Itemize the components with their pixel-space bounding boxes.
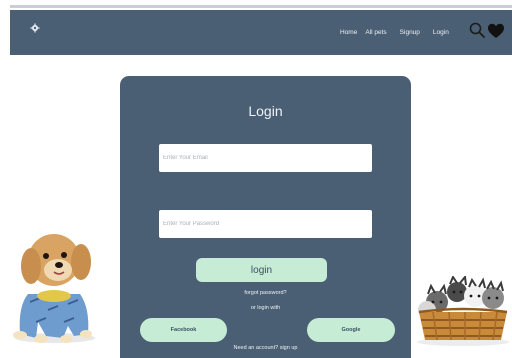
nav-login-link[interactable]: Login [433, 29, 449, 36]
or-login-with-label: or login with [250, 305, 281, 311]
login-card: Login login forgot password? or login wi… [120, 76, 411, 358]
gear-icon[interactable] [30, 23, 40, 33]
signup-link[interactable]: Need an account? sign up [120, 345, 411, 351]
kittens-basket-image [413, 276, 512, 346]
nav-signup-link[interactable]: Signup [400, 29, 420, 36]
email-input[interactable] [159, 144, 372, 172]
nav-all-pets-link[interactable]: All pets [365, 29, 386, 36]
login-button[interactable]: login [196, 258, 327, 282]
login-title: Login [248, 103, 283, 119]
search-icon[interactable] [468, 21, 486, 39]
forgot-password-link[interactable]: forgot password? [120, 290, 411, 296]
top-border-line [10, 5, 512, 8]
nav-links: Home All pets Signup Login [340, 24, 457, 40]
heart-icon[interactable] [487, 22, 505, 40]
nav-home-link[interactable]: Home [340, 29, 357, 36]
facebook-login-button[interactable]: Facebook [140, 318, 227, 342]
puppy-image [8, 226, 103, 346]
password-input[interactable] [159, 210, 372, 238]
google-login-button[interactable]: Google [307, 318, 395, 342]
navbar: Home All pets Signup Login [10, 10, 512, 55]
